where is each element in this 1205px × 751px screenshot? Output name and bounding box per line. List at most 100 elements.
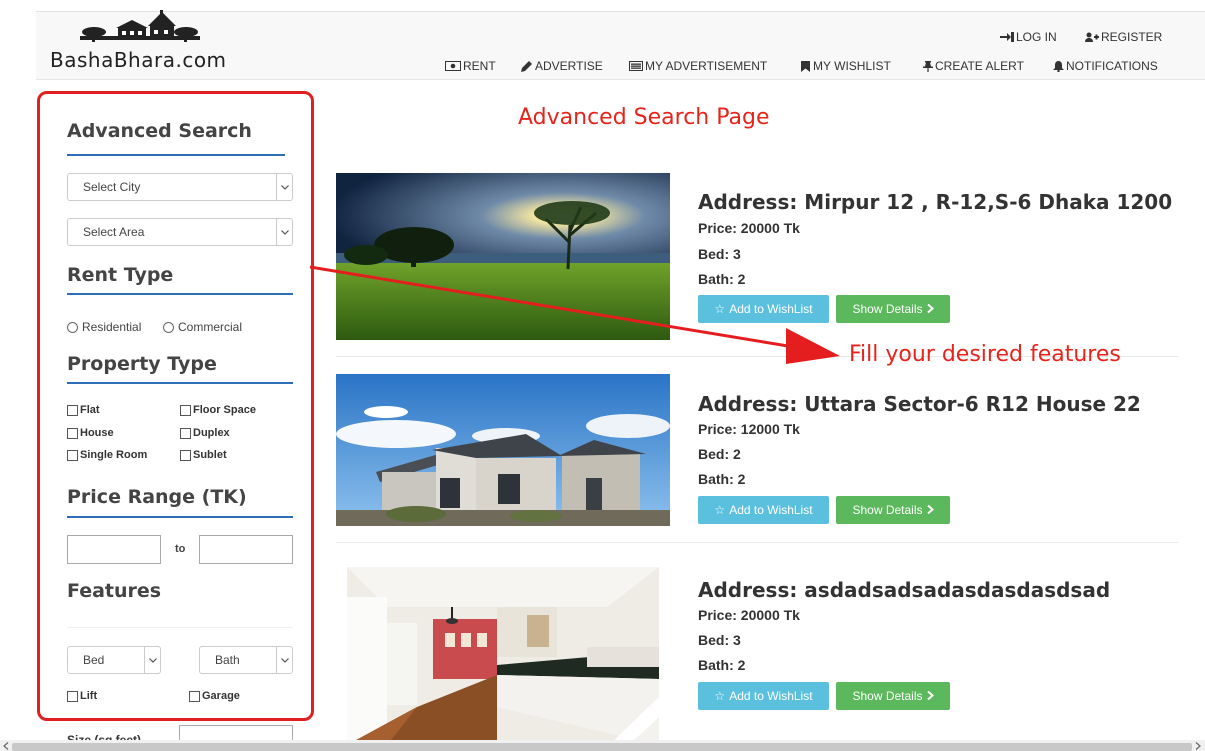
login-label: LOG IN (1016, 30, 1057, 44)
listing-bath: Bath: 2 (698, 471, 746, 487)
checkbox-garage[interactable]: Garage (189, 690, 240, 702)
annotation-page-title: Advanced Search Page (518, 105, 770, 130)
bookmark-icon (801, 60, 810, 72)
listing-bed: Bed: 3 (698, 632, 741, 648)
money-icon (445, 61, 461, 71)
features-divider (67, 627, 293, 628)
price-min-input[interactable] (67, 535, 161, 564)
checkbox-house-label: House (80, 427, 114, 439)
nav-rent[interactable]: RENT (445, 59, 496, 73)
checkbox-icon (67, 427, 78, 439)
bed-select-value: Bed (83, 653, 105, 667)
listing-bed: Bed: 2 (698, 446, 741, 462)
city-select[interactable]: Select City (67, 173, 293, 201)
site-logo[interactable]: BashaBhara.com (50, 10, 250, 72)
price-max-input[interactable] (199, 535, 293, 564)
add-to-wishlist-label: Add to WishList (729, 503, 813, 517)
listing-image[interactable] (347, 567, 659, 745)
checkbox-lift-label: Lift (80, 690, 98, 702)
features-title: Features (67, 580, 162, 602)
add-to-wishlist-label: Add to WishList (729, 689, 813, 703)
scroll-right-icon[interactable] (1195, 742, 1201, 750)
login-link[interactable]: LOG IN (1000, 30, 1057, 44)
star-icon: ☆ (714, 689, 726, 703)
nav-my-advertisement-label: MY ADVERTISEMENT (645, 59, 768, 73)
area-select-value: Select Area (83, 225, 145, 239)
register-label: REGISTER (1101, 30, 1163, 44)
property-type-underline (67, 382, 293, 384)
nav-my-wishlist[interactable]: MY WISHLIST (800, 59, 891, 73)
checkbox-icon (180, 404, 191, 416)
price-range-underline (67, 516, 293, 518)
kitchen-photo (347, 567, 659, 745)
register-link[interactable]: REGISTER (1085, 30, 1162, 44)
radio-residential[interactable]: Residential (67, 320, 141, 334)
checkbox-floor-space[interactable]: Floor Space (180, 404, 256, 416)
checkbox-flat[interactable]: Flat (67, 404, 100, 416)
checkbox-icon (180, 427, 191, 439)
checkbox-icon (67, 404, 78, 416)
show-details-button[interactable]: Show Details (836, 496, 950, 524)
checkbox-flat-label: Flat (80, 404, 100, 416)
pencil-icon (521, 60, 532, 72)
radio-circle-icon (163, 321, 174, 333)
show-details-label: Show Details (852, 503, 923, 517)
nav-my-advertisement[interactable]: MY ADVERTISEMENT (629, 59, 767, 73)
scrollbar-thumb[interactable] (12, 743, 1192, 751)
radio-circle-icon (67, 321, 78, 333)
chevron-down-icon (276, 174, 292, 200)
checkbox-house[interactable]: House (67, 427, 114, 439)
add-to-wishlist-button[interactable]: ☆ Add to WishList (698, 496, 829, 524)
checkbox-single-room[interactable]: Single Room (67, 449, 147, 461)
nav-rent-label: RENT (463, 59, 496, 73)
checkbox-sublet[interactable]: Sublet (180, 449, 227, 461)
nav-notifications-label: NOTIFICATIONS (1066, 59, 1158, 73)
bed-select[interactable]: Bed (67, 646, 161, 674)
city-select-value: Select City (83, 180, 141, 194)
nav-notifications[interactable]: NOTIFICATIONS (1053, 59, 1158, 73)
annotation-arrow (310, 265, 840, 364)
add-user-icon (1085, 32, 1099, 42)
chevron-right-icon (926, 689, 934, 703)
chevron-right-icon (926, 302, 934, 316)
checkbox-duplex-label: Duplex (193, 427, 230, 439)
listing-divider (336, 542, 1178, 543)
listing-address: Address: Mirpur 12 , R-12,S-6 Dhaka 1200 (698, 190, 1173, 214)
checkbox-garage-label: Garage (202, 690, 240, 702)
price-to-label: to (175, 543, 186, 555)
radio-commercial-label: Commercial (178, 320, 243, 334)
checkbox-sublet-label: Sublet (193, 449, 227, 461)
show-details-button[interactable]: Show Details (836, 682, 950, 710)
area-select[interactable]: Select Area (67, 218, 293, 246)
pin-icon (923, 60, 933, 72)
chevron-down-icon (144, 647, 160, 673)
listing-image[interactable] (336, 374, 670, 526)
title-underline (67, 154, 285, 156)
listing-price: Price: 12000 Tk (698, 421, 800, 437)
add-to-wishlist-button[interactable]: ☆ Add to WishList (698, 682, 829, 710)
rent-type-title: Rent Type (67, 264, 174, 286)
list-icon (629, 61, 643, 71)
nav-create-alert[interactable]: CREATE ALERT (923, 59, 1024, 73)
bell-icon (1053, 60, 1064, 72)
logo-text: BashaBhara.com (50, 48, 227, 72)
advanced-search-title: Advanced Search (67, 120, 252, 142)
nav-advertise[interactable]: ADVERTISE (521, 59, 603, 73)
checkbox-icon (67, 690, 78, 702)
checkbox-lift[interactable]: Lift (67, 690, 97, 702)
star-icon: ☆ (714, 503, 726, 517)
checkbox-icon (180, 449, 191, 461)
nav-create-alert-label: CREATE ALERT (935, 59, 1024, 73)
checkbox-single-room-label: Single Room (80, 449, 148, 461)
checkbox-icon (189, 690, 200, 702)
chevron-down-icon (276, 647, 292, 673)
bath-select[interactable]: Bath (199, 646, 293, 674)
listing-price: Price: 20000 Tk (698, 607, 800, 623)
nav-advertise-label: ADVERTISE (535, 59, 603, 73)
rent-type-underline (67, 293, 293, 295)
listing-price: Price: 20000 Tk (698, 220, 800, 236)
checkbox-duplex[interactable]: Duplex (180, 427, 230, 439)
checkbox-floor-space-label: Floor Space (193, 404, 256, 416)
radio-commercial[interactable]: Commercial (163, 320, 242, 334)
scroll-left-icon[interactable] (3, 742, 9, 750)
